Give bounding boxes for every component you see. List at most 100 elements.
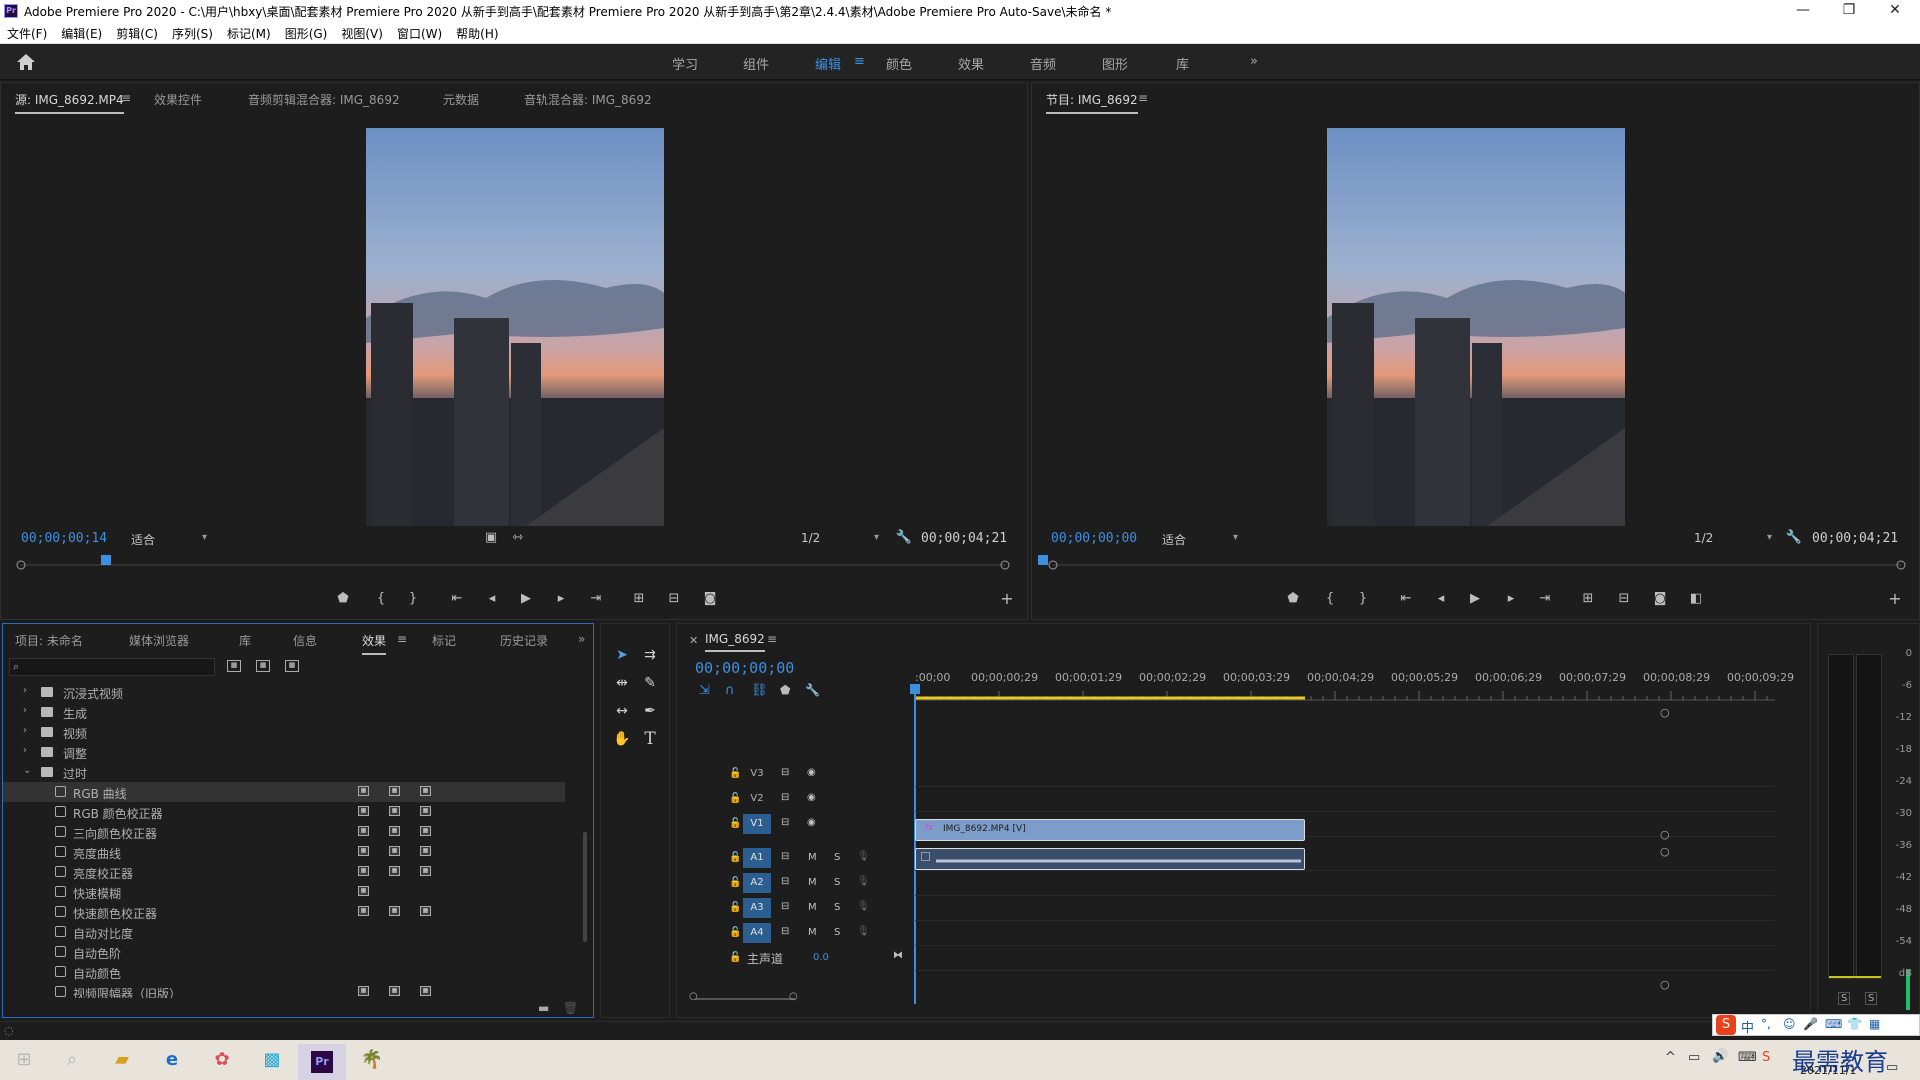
windows-start-icon[interactable]: ⊞ (0, 1044, 48, 1080)
home-icon[interactable] (16, 53, 36, 71)
voice-over-record-icon[interactable]: 🎙 (857, 926, 870, 937)
settings-wrench-icon[interactable]: 🔧 (1784, 530, 1804, 545)
sogou-ime-icon[interactable]: S (1716, 1015, 1736, 1035)
delete-icon[interactable]: 🗑 (563, 1001, 578, 1015)
master-end-icon[interactable]: ⧓ (893, 950, 903, 961)
network-icon[interactable]: ▭ (1688, 1050, 1700, 1065)
overwrite-icon[interactable]: ⊟ (664, 591, 684, 606)
effect-item[interactable]: 三向颜色校正器 ▦ ▦ ▦ (3, 822, 565, 842)
mute-track-button[interactable]: M (808, 902, 817, 913)
image-viewer-icon[interactable]: 🌴 (348, 1044, 396, 1080)
voice-over-record-icon[interactable]: 🎙 (857, 876, 870, 887)
menu-clip[interactable]: 剪辑(C) (109, 22, 165, 42)
drag-audio-icon[interactable]: ⇿ (508, 530, 528, 545)
razor-tool-icon[interactable]: ✎ (639, 672, 661, 694)
scrollbar-thumb[interactable] (583, 832, 587, 942)
workspace-assembly[interactable]: 组件 (743, 54, 769, 73)
tab-audio-clip-mixer[interactable]: 音频剪辑混合器: IMG_8692 (248, 91, 400, 108)
menu-help[interactable]: 帮助(H) (449, 22, 505, 42)
extract-icon[interactable]: ⊟ (1614, 591, 1634, 606)
workspace-audio[interactable]: 音频 (1030, 54, 1056, 73)
track-name-label[interactable]: A3 (743, 898, 771, 918)
linked-selection-icon[interactable]: ⛓ (751, 683, 768, 698)
show-hidden-icons-icon[interactable]: ^ (1665, 1050, 1676, 1065)
solo-track-button[interactable]: S (834, 927, 840, 938)
mark-out-icon[interactable]: } (403, 591, 423, 606)
ime-tools-icon[interactable]: ▦ (1869, 1017, 1880, 1031)
sync-lock-icon[interactable]: ⊟ (781, 767, 789, 778)
mute-track-button[interactable]: M (808, 852, 817, 863)
effects-folder[interactable]: › 沉浸式视频 (3, 682, 565, 702)
lock-track-icon[interactable]: 🔓 (729, 793, 741, 804)
tab-sequence[interactable]: IMG_8692 (705, 632, 765, 652)
step-forward-icon[interactable]: ▸ (1501, 591, 1521, 606)
menu-edit[interactable]: 编辑(E) (54, 22, 109, 42)
effect-item[interactable]: 快速模糊 ▦ (3, 882, 565, 902)
menu-view[interactable]: 视图(V) (334, 22, 390, 42)
tab-metadata[interactable]: 元数据 (443, 91, 479, 108)
effects-folder[interactable]: › 调整 (3, 742, 565, 762)
track-name-label[interactable]: A1 (743, 848, 771, 868)
effect-item[interactable]: 自动色阶 (3, 942, 565, 962)
file-explorer-icon[interactable]: ▰ (98, 1044, 146, 1080)
effect-item[interactable]: 视频限幅器（旧版） ▦ ▦ ▦ (3, 982, 565, 998)
scroll-top-icon[interactable]: ○ (1660, 706, 1670, 719)
chevron-down-icon[interactable]: ⌄ (23, 765, 31, 776)
program-timecode[interactable]: 00;00;00;00 (1051, 531, 1137, 546)
audio-clip[interactable] (915, 848, 1305, 870)
tray-keyboard-icon[interactable]: ⌨ (1738, 1050, 1757, 1065)
button-editor-icon[interactable]: + (1885, 589, 1905, 608)
premiere-taskbar-icon[interactable]: Pr (298, 1044, 346, 1080)
effects-folder[interactable]: ⌄ 过时 (3, 762, 565, 782)
panel-menu-icon[interactable]: ≡ (397, 632, 407, 646)
sync-lock-icon[interactable]: ⊟ (781, 851, 789, 862)
sync-lock-icon[interactable]: ⊟ (781, 817, 789, 828)
tab-program[interactable]: 节目: IMG_8692 (1046, 91, 1138, 114)
notification-icon[interactable]: ▭ (1886, 1060, 1898, 1075)
source-timecode[interactable]: 00;00;00;14 (21, 531, 107, 546)
ime-keyboard-icon[interactable]: ⌨ (1825, 1017, 1842, 1031)
source-resolution-dropdown[interactable]: 1/2 ▾ (801, 531, 881, 549)
go-to-in-icon[interactable]: ⇤ (1396, 591, 1416, 606)
chevron-right-icon[interactable]: › (23, 745, 27, 756)
menu-marker[interactable]: 标记(M) (220, 22, 278, 42)
tab-history[interactable]: 历史记录 (500, 632, 548, 649)
track-select-tool-icon[interactable]: ⇉ (639, 644, 661, 666)
close-sequence-icon[interactable]: ✕ (689, 634, 698, 647)
export-frame-icon[interactable]: ◙ (1650, 591, 1670, 606)
close-button[interactable]: ✕ (1872, 0, 1918, 22)
volume-icon[interactable]: 🔊 (1712, 1049, 1728, 1064)
timeline-ruler[interactable]: :00;00 00;00;00;29 00;00;01;29 00;00;02;29 0… (915, 671, 1794, 687)
menu-sequence[interactable]: 序列(S) (165, 22, 220, 42)
ime-language[interactable]: 中 (1741, 1017, 1754, 1036)
minimize-button[interactable]: — (1780, 0, 1826, 22)
slip-tool-icon[interactable]: ↔ (611, 700, 633, 722)
workspace-overflow-icon[interactable]: » (1250, 54, 1258, 69)
timeline-settings-wrench-icon[interactable]: 🔧 (805, 683, 820, 697)
effects-folder[interactable]: › 视频 (3, 722, 565, 742)
program-resolution-dropdown[interactable]: 1/2 ▾ (1694, 531, 1774, 549)
zoom-handle-right-icon[interactable]: ○ (789, 991, 798, 1002)
master-volume-value[interactable]: 0.0 (813, 952, 829, 963)
pen-tool-icon[interactable]: ✒ (639, 700, 661, 722)
voice-over-record-icon[interactable]: 🎙 (857, 851, 870, 862)
program-fit-dropdown[interactable]: 适合 ▾ (1162, 531, 1240, 549)
lift-icon[interactable]: ⊞ (1578, 591, 1598, 606)
edge-browser-icon[interactable]: e (148, 1044, 196, 1080)
workspace-effects[interactable]: 效果 (958, 54, 984, 73)
sync-lock-icon[interactable]: ⊟ (781, 792, 789, 803)
export-frame-icon[interactable]: ◙ (700, 591, 720, 606)
audio-scroll-start-icon[interactable]: ○ (1660, 845, 1670, 858)
voice-over-record-icon[interactable]: 🎙 (857, 901, 870, 912)
toggle-visibility-eye-icon[interactable]: ◉ (807, 792, 816, 803)
go-to-out-icon[interactable]: ⇥ (586, 591, 606, 606)
search-icon[interactable]: ⌕ (48, 1044, 96, 1080)
tab-libraries[interactable]: 库 (239, 632, 251, 649)
go-to-out-icon[interactable]: ⇥ (1535, 591, 1555, 606)
tab-effects[interactable]: 效果 (362, 632, 387, 655)
scroll-bottom-icon[interactable]: ○ (1660, 978, 1670, 991)
workspace-color[interactable]: 颜色 (886, 54, 912, 73)
effect-item[interactable]: 自动颜色 (3, 962, 565, 982)
track-name-label[interactable]: A2 (743, 873, 771, 893)
ime-skin-icon[interactable]: 👕 (1847, 1017, 1862, 1031)
